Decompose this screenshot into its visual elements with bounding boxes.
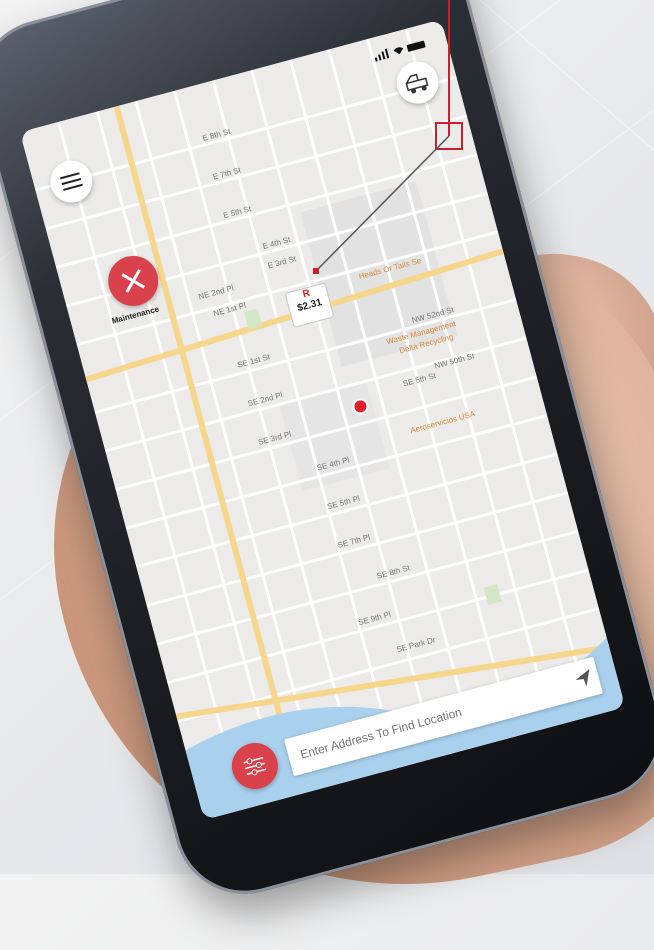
wrench-screwdriver-icon bbox=[121, 269, 146, 293]
tow-truck-icon bbox=[405, 73, 429, 94]
navigation-arrow-icon bbox=[575, 669, 590, 687]
hamburger-icon bbox=[59, 172, 83, 191]
sliders-icon bbox=[243, 756, 267, 776]
